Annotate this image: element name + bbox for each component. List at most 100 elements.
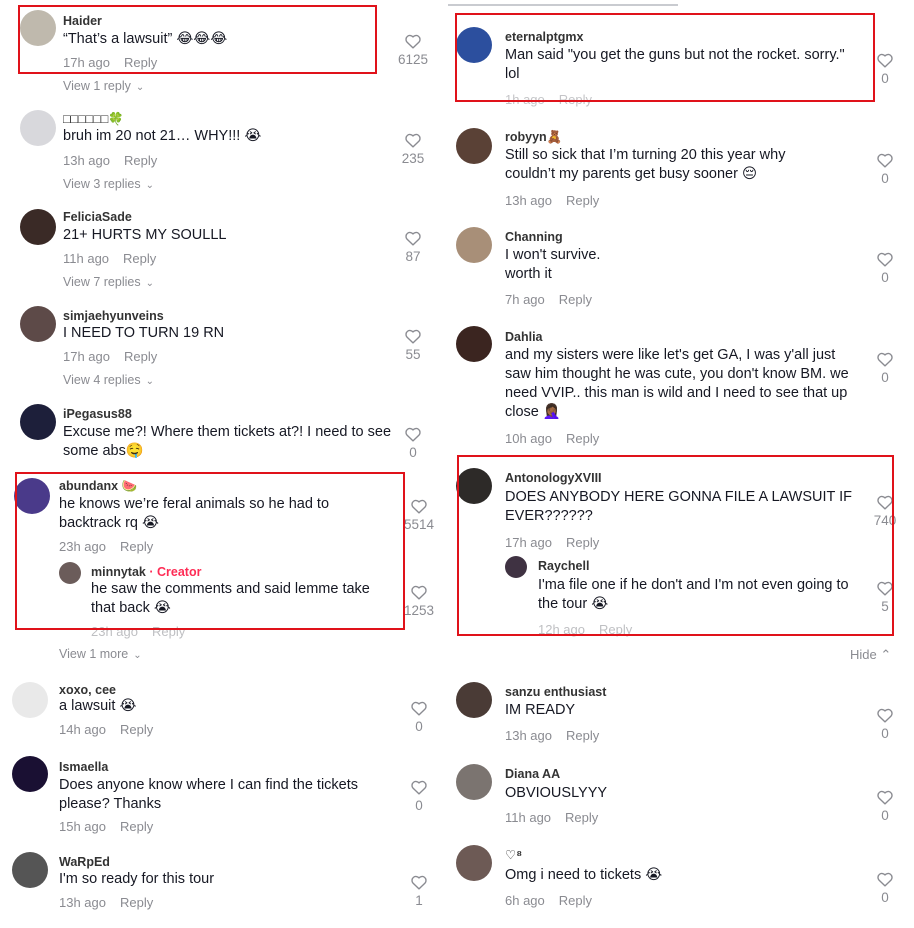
avatar[interactable] bbox=[20, 306, 56, 342]
avatar[interactable] bbox=[456, 227, 492, 263]
reply-button[interactable]: Reply bbox=[565, 810, 598, 825]
reply-button[interactable]: Reply bbox=[566, 728, 599, 743]
heart-icon bbox=[411, 585, 427, 600]
view-more-button[interactable]: View 1 more ⌄ bbox=[59, 647, 142, 661]
comment-time: 13h ago bbox=[63, 153, 110, 168]
heart-icon bbox=[877, 53, 893, 68]
comment-meta: 15h ago Reply bbox=[59, 819, 153, 834]
reply-button[interactable]: Reply bbox=[559, 893, 592, 908]
avatar[interactable] bbox=[456, 764, 492, 800]
chevron-down-icon: ⌄ bbox=[133, 650, 142, 661]
comment-text: a lawsuit 😭 bbox=[59, 698, 137, 714]
like-count: 0 bbox=[415, 719, 423, 734]
avatar[interactable] bbox=[456, 682, 492, 718]
comment-username[interactable]: Channing bbox=[505, 230, 563, 244]
avatar[interactable] bbox=[12, 852, 48, 888]
like-button[interactable]: 0 bbox=[863, 707, 907, 741]
chevron-down-icon: ⌄ bbox=[145, 180, 154, 191]
comment-meta: 13h ago Reply bbox=[505, 193, 599, 208]
divider bbox=[448, 4, 678, 6]
heart-icon bbox=[411, 780, 427, 795]
reply-button[interactable]: Reply bbox=[120, 819, 153, 834]
reply-button[interactable]: Reply bbox=[566, 431, 599, 446]
avatar[interactable] bbox=[456, 326, 492, 362]
reply-button[interactable]: Reply bbox=[120, 722, 153, 737]
like-button[interactable]: 0 bbox=[863, 251, 907, 285]
comment-username[interactable]: Dahlia bbox=[505, 330, 543, 344]
comment-username[interactable]: FeliciaSade bbox=[63, 210, 132, 224]
view-replies-button[interactable]: View 1 reply ⌄ bbox=[63, 79, 144, 93]
like-button[interactable]: 235 bbox=[391, 132, 435, 166]
comment-username[interactable]: □□□□□□🍀 bbox=[63, 112, 124, 127]
view-replies-button[interactable]: View 3 replies ⌄ bbox=[63, 177, 154, 191]
comment-time: 6h ago bbox=[505, 893, 545, 908]
like-button[interactable]: 1 bbox=[397, 874, 441, 908]
comment-time: 7h ago bbox=[505, 292, 545, 307]
comment-text: I'm so ready for this tour bbox=[59, 871, 215, 887]
heart-icon bbox=[411, 499, 427, 514]
like-button[interactable]: 0 bbox=[863, 789, 907, 823]
like-button[interactable]: 0 bbox=[397, 779, 441, 813]
comment-username[interactable]: robyyn🧸 bbox=[505, 130, 562, 145]
like-button[interactable]: 0 bbox=[863, 152, 907, 186]
like-count: 0 bbox=[415, 798, 423, 813]
comment-time: 15h ago bbox=[59, 819, 106, 834]
like-button[interactable]: 0 bbox=[863, 351, 907, 385]
comment-username[interactable]: xoxo, cee bbox=[59, 683, 116, 697]
comment-time: 17h ago bbox=[63, 349, 110, 364]
comment-meta: 10h ago Reply bbox=[505, 431, 599, 446]
comment-time: 13h ago bbox=[505, 728, 552, 743]
comment-text: Excuse me?! Where them tickets at?! I ne… bbox=[63, 424, 392, 459]
view-replies-label: View 7 replies bbox=[63, 275, 141, 289]
heart-icon bbox=[877, 790, 893, 805]
hide-replies-button[interactable]: Hide ⌃ bbox=[850, 647, 891, 663]
like-button[interactable]: 0 bbox=[863, 871, 907, 905]
heart-icon bbox=[405, 231, 421, 246]
comment-username[interactable]: iPegasus88 bbox=[63, 407, 132, 421]
reply-button[interactable]: Reply bbox=[559, 292, 592, 307]
comment-text: Still so sick that I’m turning 20 this y… bbox=[505, 147, 786, 182]
comment-username[interactable]: simjaehyunveins bbox=[63, 309, 164, 323]
view-replies-button[interactable]: View 4 replies ⌄ bbox=[63, 373, 154, 387]
avatar[interactable] bbox=[12, 756, 48, 792]
avatar[interactable] bbox=[20, 110, 56, 146]
comment-time: 11h ago bbox=[505, 810, 552, 825]
comment-text: I NEED TO TURN 19 RN bbox=[63, 325, 225, 341]
like-button[interactable]: 55 bbox=[391, 328, 435, 362]
like-count: 235 bbox=[401, 151, 425, 166]
comment-username[interactable]: ♡⁸ bbox=[505, 847, 522, 862]
like-button[interactable]: 6125 bbox=[391, 33, 435, 67]
view-replies-button[interactable]: View 7 replies ⌄ bbox=[63, 275, 154, 289]
comment-username[interactable]: sanzu enthusiast bbox=[505, 685, 606, 699]
view-replies-label: View 3 replies bbox=[63, 177, 141, 191]
avatar[interactable] bbox=[12, 682, 48, 718]
comment-text: 21+ HURTS MY SOULLL bbox=[63, 227, 227, 243]
heart-icon bbox=[877, 872, 893, 887]
view-replies-label: View 1 reply bbox=[63, 79, 131, 93]
reply-button[interactable]: Reply bbox=[124, 349, 157, 364]
heart-icon bbox=[877, 708, 893, 723]
reply-button[interactable]: Reply bbox=[124, 153, 157, 168]
comment-username[interactable]: Diana AA bbox=[505, 767, 560, 781]
comment-text: IM READY bbox=[505, 702, 576, 718]
hide-label: Hide bbox=[850, 647, 877, 662]
reply-button[interactable]: Reply bbox=[566, 193, 599, 208]
avatar[interactable] bbox=[456, 128, 492, 164]
avatar[interactable] bbox=[456, 845, 492, 881]
avatar[interactable] bbox=[20, 209, 56, 245]
comment-meta: 11h ago Reply bbox=[63, 251, 156, 266]
reply-button[interactable]: Reply bbox=[123, 251, 156, 266]
highlight-box bbox=[457, 455, 894, 636]
heart-icon bbox=[405, 133, 421, 148]
comment-text: Does anyone know where I can find the ti… bbox=[59, 777, 359, 812]
like-button[interactable]: 87 bbox=[391, 230, 435, 264]
like-button[interactable]: 0 bbox=[391, 426, 435, 460]
like-count: 0 bbox=[409, 445, 417, 460]
like-count: 6125 bbox=[397, 52, 429, 67]
comment-time: 10h ago bbox=[505, 431, 552, 446]
avatar[interactable] bbox=[20, 404, 56, 440]
like-button[interactable]: 0 bbox=[397, 700, 441, 734]
comment-username[interactable]: Ismaella bbox=[59, 760, 108, 774]
comment-username[interactable]: WaRpEd bbox=[59, 855, 110, 869]
reply-button[interactable]: Reply bbox=[120, 895, 153, 910]
